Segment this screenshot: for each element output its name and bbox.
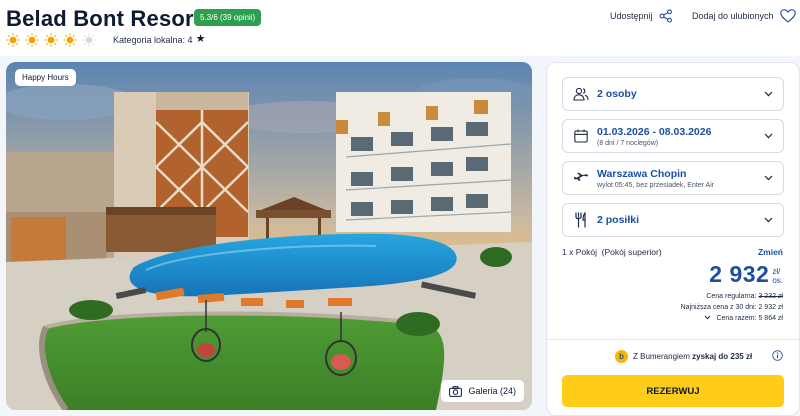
- plane-icon: [573, 170, 589, 186]
- dates-sub: (8 dni / 7 noclegów): [597, 139, 659, 147]
- bumerang-promo: b Z Bumerangiem zyskaj do 235 zł: [615, 350, 752, 363]
- category-label: Kategoria lokalna: 4: [113, 34, 193, 45]
- chevron-down-icon: [764, 91, 773, 97]
- divider: [547, 339, 799, 340]
- sun-icon: [44, 33, 58, 47]
- hotel-title: Belad Bont Resort: [6, 6, 202, 31]
- gallery-label: Galeria (24): [468, 386, 516, 396]
- share-icon: [659, 9, 672, 23]
- heart-icon: [779, 9, 796, 23]
- regular-price-label: Cena regularna:: [706, 293, 757, 300]
- bumerang-prefix: Z Bumerangiem: [633, 352, 690, 361]
- camera-icon: [449, 385, 463, 397]
- chevron-down-icon: [764, 133, 773, 139]
- price-unit-line2: os.: [772, 276, 783, 286]
- guests-value: 2 osoby: [597, 88, 637, 100]
- bumerang-gain: zyskaj do 235 zł: [692, 352, 753, 361]
- hotel-photo[interactable]: Happy Hours Galeria (24): [6, 62, 532, 410]
- users-icon: [573, 86, 589, 102]
- add-favorite-button[interactable]: Dodaj do ulubionych: [692, 9, 796, 23]
- booking-panel: 2 osoby 01.03.2026 - 08.03.2026 (8 dni /…: [546, 62, 800, 416]
- meals-select[interactable]: 2 posiłki: [562, 203, 784, 237]
- lowest-price-label: Najniższa cena z 30 dni:: [680, 304, 757, 311]
- price-unit: zł/os.: [772, 268, 783, 286]
- bumerang-logo: b: [615, 350, 628, 363]
- happy-hours-tag: Happy Hours: [15, 69, 76, 86]
- info-icon[interactable]: [772, 350, 783, 361]
- cutlery-icon: [573, 212, 589, 228]
- share-label: Udostępnij: [610, 11, 653, 21]
- guests-select[interactable]: 2 osoby: [562, 77, 784, 111]
- lowest-price: Najniższa cena z 30 dni: 2 932 zł: [681, 304, 783, 311]
- price-unit-line1: zł/: [772, 267, 781, 277]
- gallery-button[interactable]: Galeria (24): [441, 380, 524, 402]
- share-button[interactable]: Udostępnij: [610, 9, 673, 23]
- departure-select[interactable]: Warszawa Chopin wylot 05:45, bez przesia…: [562, 161, 784, 195]
- sun-icon: [25, 33, 39, 47]
- departure-sub: wylot 05:45, bez przesiadek, Enter Air: [597, 181, 715, 189]
- meals-value: 2 posiłki: [597, 214, 640, 226]
- calendar-icon: [573, 128, 589, 144]
- star-icon: ★: [195, 33, 206, 45]
- favorite-label: Dodaj do ulubionych: [692, 11, 774, 21]
- dates-value: 01.03.2026 - 08.03.2026: [597, 125, 712, 138]
- hotel-photo-illustration: [6, 62, 532, 410]
- lowest-price-value: 2 932 zł: [758, 304, 783, 311]
- star-rating: [6, 33, 96, 47]
- sun-icon-half: [82, 33, 96, 47]
- reserve-button[interactable]: REZERWUJ: [562, 375, 784, 407]
- departure-value: Warszawa Chopin: [597, 167, 687, 180]
- change-room-link[interactable]: Zmień: [758, 247, 783, 257]
- price-value: 2 932: [709, 261, 770, 287]
- rating-badge[interactable]: 5.3/6 (39 opinii): [194, 9, 262, 26]
- room-summary: 1 x Pokój (Pokój superior): [562, 247, 662, 257]
- local-category: Kategoria lokalna: 4 ★: [113, 34, 205, 45]
- sun-icon: [6, 33, 20, 47]
- total-price-label: Cena razem:: [716, 315, 757, 322]
- dates-select[interactable]: 01.03.2026 - 08.03.2026 (8 dni / 7 nocle…: [562, 119, 784, 153]
- chevron-down-icon: [764, 175, 773, 181]
- chevron-down-icon: [764, 217, 773, 223]
- regular-price: Cena regularna: 3 232 zł: [706, 293, 783, 300]
- bumerang-text: Z Bumerangiem zyskaj do 235 zł: [633, 352, 752, 361]
- regular-price-value: 3 232 zł: [758, 293, 783, 300]
- hotel-header: Belad Bont Resort 5.3/6 (39 opinii) Kate…: [0, 0, 800, 56]
- sun-icon: [63, 33, 77, 47]
- price-block: 2 932 zł/os.: [709, 263, 783, 286]
- total-price-value: 5 864 zł: [758, 315, 783, 322]
- chevron-down-icon: [705, 315, 711, 320]
- total-price[interactable]: Cena razem: 5 864 zł: [704, 315, 783, 322]
